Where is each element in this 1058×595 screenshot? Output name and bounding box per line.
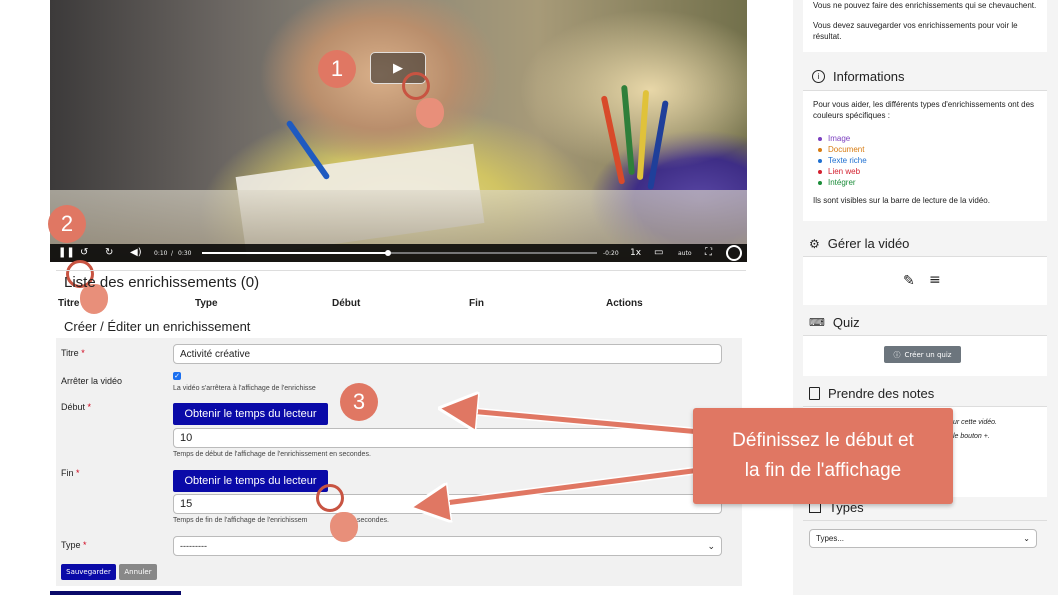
arrow-to-debut [458,410,701,435]
arrow-to-fin [430,467,701,505]
instruction-callout: Définissez le début et la fin de l'affic… [693,408,953,504]
callout-line-1: Définissez le début et [732,430,914,451]
callout-line-2: la fin de l'affichage [744,460,902,481]
annotation-arrows [0,0,701,595]
